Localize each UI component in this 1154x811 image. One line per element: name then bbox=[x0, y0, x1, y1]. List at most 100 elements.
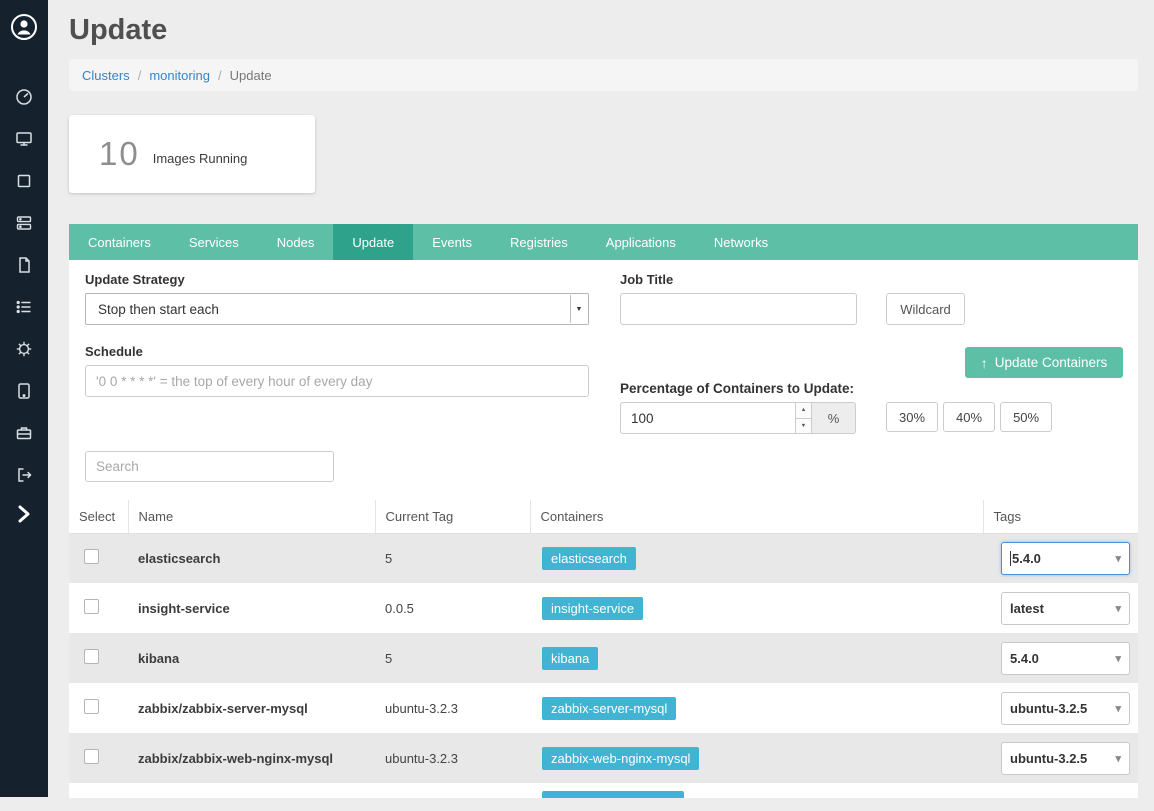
percent-30-button[interactable]: 30% bbox=[886, 402, 938, 432]
percent-buttons: 30%40%50% bbox=[886, 402, 1052, 432]
breadcrumb: Clusters / monitoring / Update bbox=[69, 59, 1138, 91]
breadcrumb-item[interactable]: monitoring bbox=[149, 68, 210, 83]
server-stack-icon[interactable] bbox=[15, 214, 33, 232]
image-name: insight-service bbox=[128, 583, 375, 633]
update-containers-button[interactable]: ↑ Update Containers bbox=[965, 347, 1123, 378]
current-tag: 5 bbox=[375, 633, 530, 683]
tab-events[interactable]: Events bbox=[413, 224, 491, 260]
expand-chevron-icon[interactable] bbox=[11, 501, 37, 527]
percentage-input-group: % bbox=[620, 402, 856, 434]
column-header-name: Name bbox=[128, 500, 375, 533]
spinner-down-icon[interactable] bbox=[796, 418, 811, 434]
table-row: zabbix/zabbix-web-nginx-mysql ubuntu-3.2… bbox=[69, 733, 1138, 783]
square-icon[interactable] bbox=[15, 172, 33, 190]
update-strategy-value: Stop then start each bbox=[98, 302, 219, 317]
table-row: kibana 5 kibana 5.4.0 bbox=[69, 633, 1138, 683]
row-checkbox[interactable] bbox=[84, 599, 99, 614]
container-badge: zabbix-server-mysql bbox=[542, 697, 676, 720]
update-table: Select Name Current Tag Containers Tags … bbox=[69, 500, 1138, 798]
breadcrumb-item[interactable]: Clusters bbox=[82, 68, 130, 83]
tag-select[interactable]: latest bbox=[1001, 592, 1130, 625]
column-header-select: Select bbox=[69, 500, 128, 533]
column-header-tags: Tags bbox=[983, 500, 1138, 533]
percent-50-button[interactable]: 50% bbox=[1000, 402, 1052, 432]
container-badge: zabbix-web-nginx-mysql bbox=[542, 747, 699, 770]
schedule-label: Schedule bbox=[85, 344, 143, 359]
file-icon[interactable] bbox=[15, 256, 33, 274]
table-header-row: Select Name Current Tag Containers Tags bbox=[69, 500, 1138, 533]
job-title-input[interactable] bbox=[620, 293, 857, 325]
dashboard-gauge-icon[interactable] bbox=[15, 88, 33, 106]
arrow-up-icon: ↑ bbox=[981, 355, 988, 371]
table-row: zabbix/zabbix-server-mysql ubuntu-3.2.3 … bbox=[69, 683, 1138, 733]
update-strategy-select[interactable]: Stop then start each bbox=[85, 293, 589, 325]
column-header-current-tag: Current Tag bbox=[375, 500, 530, 533]
row-checkbox[interactable] bbox=[84, 699, 99, 714]
percentage-label: Percentage of Containers to Update: bbox=[620, 381, 854, 396]
tab-bar: ContainersServicesNodesUpdateEventsRegis… bbox=[69, 224, 1138, 260]
breadcrumb-separator: / bbox=[138, 68, 142, 83]
image-name: kibana bbox=[128, 633, 375, 683]
container-badge: elasticsearch bbox=[542, 547, 636, 570]
update-strategy-label: Update Strategy bbox=[85, 272, 185, 287]
page-title: Update bbox=[69, 14, 1138, 47]
gears-icon[interactable] bbox=[15, 340, 33, 358]
row-checkbox[interactable] bbox=[84, 749, 99, 764]
wildcard-button[interactable]: Wildcard bbox=[886, 293, 965, 325]
tag-select-value: 5.4.0 bbox=[1012, 551, 1041, 566]
chevron-down-icon bbox=[570, 295, 587, 323]
update-panel: Update Strategy Stop then start each Job… bbox=[69, 260, 1138, 798]
column-header-containers: Containers bbox=[530, 500, 983, 533]
search-input[interactable] bbox=[85, 451, 334, 482]
table-row: elasticsearch 5 elasticsearch 5.4.0 bbox=[69, 533, 1138, 583]
main-content: Update Clusters / monitoring / Update 10 Ima… bbox=[48, 14, 1154, 798]
toolbox-icon[interactable] bbox=[15, 424, 33, 442]
image-name: zabbix/zabbix-server-mysql bbox=[128, 683, 375, 733]
tag-select-value: latest bbox=[1010, 601, 1044, 616]
schedule-input[interactable] bbox=[85, 365, 589, 397]
current-tag: 0.0.5 bbox=[375, 583, 530, 633]
tag-select[interactable]: ubuntu-3.2.5 bbox=[1001, 692, 1130, 725]
images-running-label: Images Running bbox=[153, 151, 248, 166]
row-checkbox[interactable] bbox=[84, 549, 99, 564]
table-row: insight-service 0.0.5 insight-service la… bbox=[69, 583, 1138, 633]
text-cursor bbox=[1010, 551, 1011, 566]
tag-select-value: ubuntu-3.2.5 bbox=[1010, 701, 1087, 716]
tab-applications[interactable]: Applications bbox=[587, 224, 695, 260]
current-tag: ubuntu-3.2.3 bbox=[375, 683, 530, 733]
tag-select[interactable]: ubuntu-3.2.5 bbox=[1001, 742, 1130, 775]
tab-services[interactable]: Services bbox=[170, 224, 258, 260]
monitor-icon[interactable] bbox=[15, 130, 33, 148]
breadcrumb-separator: / bbox=[218, 68, 222, 83]
tab-update[interactable]: Update bbox=[333, 224, 413, 260]
current-tag: ubuntu-3.2.3 bbox=[375, 733, 530, 783]
sign-out-icon[interactable] bbox=[15, 466, 33, 484]
table-row-partial bbox=[69, 783, 1138, 798]
container-badge: insight-service bbox=[542, 597, 643, 620]
images-running-count: 10 bbox=[99, 135, 140, 173]
percent-unit-addon: % bbox=[812, 402, 856, 434]
row-checkbox[interactable] bbox=[84, 649, 99, 664]
list-icon[interactable] bbox=[15, 298, 33, 316]
tab-containers[interactable]: Containers bbox=[69, 224, 170, 260]
percentage-input[interactable] bbox=[620, 402, 812, 434]
number-spinner bbox=[795, 403, 811, 433]
tag-select-value: ubuntu-3.2.5 bbox=[1010, 751, 1087, 766]
tab-networks[interactable]: Networks bbox=[695, 224, 787, 260]
tab-registries[interactable]: Registries bbox=[491, 224, 587, 260]
tag-select[interactable]: 5.4.0 bbox=[1001, 542, 1130, 575]
tag-select[interactable]: 5.4.0 bbox=[1001, 642, 1130, 675]
update-containers-label: Update Containers bbox=[995, 355, 1108, 370]
breadcrumb-item: Update bbox=[230, 68, 272, 83]
tablet-icon[interactable] bbox=[15, 382, 33, 400]
sidebar bbox=[0, 0, 48, 797]
current-tag: 5 bbox=[375, 533, 530, 583]
tag-select-value: 5.4.0 bbox=[1010, 651, 1039, 666]
update-table-body: elasticsearch 5 elasticsearch 5.4.0 insi… bbox=[69, 533, 1138, 798]
image-name: zabbix/zabbix-web-nginx-mysql bbox=[128, 733, 375, 783]
image-name: elasticsearch bbox=[128, 533, 375, 583]
tab-nodes[interactable]: Nodes bbox=[258, 224, 334, 260]
spinner-up-icon[interactable] bbox=[796, 403, 811, 418]
percent-40-button[interactable]: 40% bbox=[943, 402, 995, 432]
app-logo-icon[interactable] bbox=[10, 13, 38, 41]
